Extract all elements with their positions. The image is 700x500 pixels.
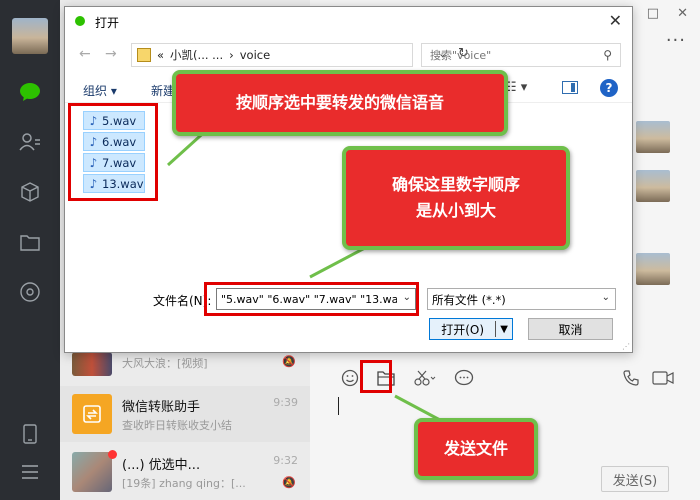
callout-text-line2: 是从小到大	[415, 201, 496, 220]
filetype-value: 所有文件 (*.*)	[432, 293, 506, 307]
cancel-button[interactable]: 取消	[528, 318, 613, 340]
emoji-icon[interactable]	[338, 366, 362, 390]
scissors-icon[interactable]	[410, 366, 440, 390]
dialog-title: 打开	[95, 16, 120, 30]
file-name: 7.wav	[102, 155, 137, 170]
back-arrow-icon[interactable]: ←	[79, 46, 91, 62]
cube-icon[interactable]	[18, 180, 42, 204]
window-controls: □ ✕	[647, 6, 688, 21]
send-button[interactable]: 发送(S)	[601, 466, 669, 492]
callout-select-voice: 按顺序选中要转发的微信语音	[172, 70, 508, 136]
list-item-title: (...) 优选中...	[122, 458, 201, 473]
search-icon[interactable]: ⚲	[603, 48, 612, 62]
list-item-subtitle: 查收昨日转账收支小结	[122, 419, 232, 432]
chat-icon[interactable]	[18, 80, 42, 104]
organize-menu[interactable]: 组织 ▾	[83, 82, 117, 99]
file-item[interactable]: ♪ 5.wav	[83, 111, 145, 130]
close-icon[interactable]: ✕	[609, 11, 622, 30]
audio-file-icon: ♪	[89, 134, 98, 149]
breadcrumb-current[interactable]: voice	[240, 48, 270, 62]
text-caret	[338, 397, 339, 415]
filename-label: 文件名(N):	[153, 294, 212, 308]
avatar	[636, 253, 670, 285]
mute-icon: 🔕	[282, 476, 296, 489]
mute-icon: 🔕	[282, 355, 296, 368]
list-item-title: 微信转账助手	[122, 400, 201, 415]
list-item[interactable]: 微信转账助手 查收昨日转账收支小结 9:39	[60, 386, 310, 442]
audio-file-icon: ♪	[89, 176, 98, 191]
wechat-sidebar	[0, 0, 60, 500]
audio-file-icon: ♪	[89, 155, 98, 170]
list-item-subtitle: [19条] zhang qing：[...	[122, 477, 246, 490]
search-box[interactable]: ⚲	[421, 43, 621, 67]
dropdown-arrow-icon[interactable]: ▼	[496, 324, 512, 335]
preview-pane-icon[interactable]	[562, 81, 578, 94]
filename-input[interactable]	[217, 289, 397, 309]
phone-icon[interactable]	[18, 422, 42, 446]
filetype-select[interactable]: 所有文件 (*.*) ⌄	[427, 288, 616, 310]
breadcrumb-segment[interactable]: 小凯(... ...	[170, 47, 223, 63]
chevron-down-icon[interactable]: ⌄	[403, 292, 411, 303]
folder-icon	[137, 48, 151, 62]
breadcrumb-overflow[interactable]: «	[157, 48, 164, 62]
avatar	[636, 121, 670, 153]
video-icon[interactable]	[652, 371, 674, 388]
chat-toolbar	[338, 366, 476, 390]
callout-text-line1: 确保这里数字顺序	[391, 175, 520, 195]
callout-text: 按顺序选中要转发的微信语音	[235, 93, 444, 113]
moments-icon[interactable]	[18, 280, 42, 304]
filename-field[interactable]: ⌄	[216, 288, 416, 310]
group-avatar	[72, 352, 112, 376]
file-name: 5.wav	[102, 113, 137, 128]
search-input[interactable]	[430, 44, 600, 66]
file-item[interactable]: ♪ 13.wav	[83, 174, 145, 193]
more-icon[interactable]: ···	[666, 30, 686, 51]
list-item-time: 9:32	[273, 454, 298, 467]
open-button[interactable]: 打开(O) ▼	[429, 318, 513, 340]
contacts-icon[interactable]	[18, 130, 42, 154]
file-item[interactable]: ♪ 6.wav	[83, 132, 145, 151]
wechat-app-icon	[75, 16, 85, 26]
transfer-icon	[72, 394, 112, 434]
file-item[interactable]: ♪ 7.wav	[83, 153, 145, 172]
open-button-label: 打开(O)	[441, 322, 484, 337]
forward-arrow-icon[interactable]: →	[105, 46, 117, 62]
breadcrumb-separator: ›	[229, 48, 234, 62]
unread-dot	[108, 450, 117, 459]
close-button[interactable]: ✕	[677, 6, 688, 21]
folder-icon[interactable]	[18, 230, 42, 254]
avatar	[636, 170, 670, 202]
list-item[interactable]: (...) 优选中... [19条] zhang qing：[... 9:32 …	[60, 444, 310, 500]
list-item-subtitle: 大风大浪：[视频]	[122, 357, 208, 370]
phone-icon[interactable]	[622, 369, 640, 390]
maximize-button[interactable]: □	[647, 6, 659, 21]
audio-file-icon: ♪	[89, 113, 98, 128]
list-item-time: 9:39	[273, 396, 298, 409]
resize-grip-icon[interactable]: ⋰	[622, 342, 630, 351]
callout-order: 确保这里数字顺序 是从小到大	[342, 146, 570, 250]
chevron-down-icon[interactable]: ⌄	[602, 292, 610, 303]
help-icon[interactable]: ?	[600, 79, 618, 97]
callout-text: 发送文件	[443, 439, 508, 459]
address-bar[interactable]: « 小凯(... ... › voice ⌄ ↻	[131, 43, 469, 67]
file-name: 13.wav	[102, 176, 144, 191]
dialog-titlebar: 打开 ✕	[65, 7, 632, 37]
address-row: ← → « 小凯(... ... › voice ⌄ ↻ ⚲	[65, 43, 632, 69]
file-name: 6.wav	[102, 134, 137, 149]
avatar[interactable]	[12, 18, 48, 54]
callout-send-file: 发送文件	[414, 418, 538, 480]
view-options-button[interactable]: ☷ ▾	[505, 80, 527, 95]
chat-bubble-icon[interactable]	[452, 366, 476, 390]
folder-icon[interactable]	[374, 366, 398, 390]
menu-icon[interactable]	[18, 460, 42, 484]
group-avatar	[72, 452, 112, 492]
